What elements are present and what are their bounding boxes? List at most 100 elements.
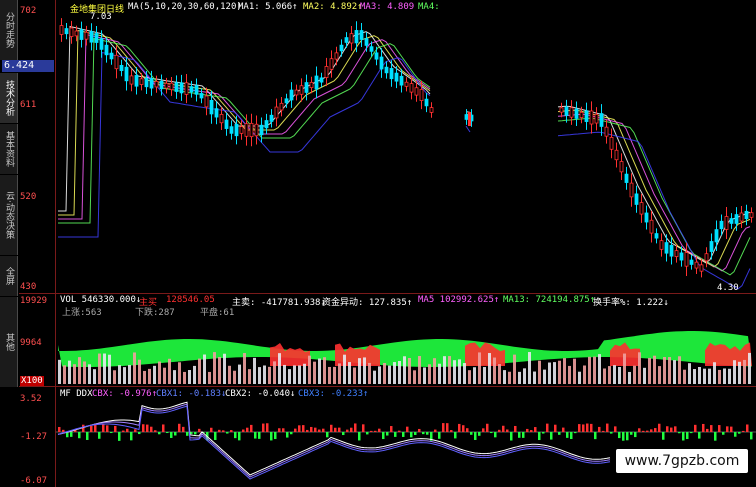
candle-body: [259, 124, 264, 136]
candle-body: [429, 107, 434, 113]
ddx-bar: [106, 425, 109, 432]
ddx-bar: [318, 429, 321, 432]
volume-bar: [618, 367, 621, 384]
ddx-bar: [410, 432, 413, 438]
candle-body: [114, 54, 119, 70]
volume-bar: [373, 370, 376, 384]
volume-bar: [133, 352, 136, 384]
ddx-bar: [262, 423, 265, 432]
volume-bar: [543, 369, 546, 384]
volume-bar: [568, 365, 571, 384]
ddx-bar: [670, 427, 673, 432]
candle-body: [139, 78, 144, 85]
candle-body: [119, 64, 124, 72]
volume-bar: [93, 369, 96, 384]
candle-body: [109, 52, 114, 60]
volume-bar: [713, 362, 716, 384]
candle-body: [734, 214, 739, 224]
ma4-value: MA4:: [418, 2, 440, 12]
volume-bar: [218, 356, 221, 384]
volume-axis-label: 19929: [20, 296, 48, 306]
candle-body: [334, 52, 339, 60]
ddx-bar: [750, 432, 753, 440]
ddx-bar: [246, 427, 249, 432]
volume-bar: [383, 362, 386, 384]
candle-body: [189, 86, 194, 93]
ddx-bar: [290, 432, 293, 435]
price-axis-label: 702: [20, 6, 37, 16]
volume-bar: [233, 370, 236, 384]
candle-body: [569, 107, 574, 118]
ddx-bar: [258, 432, 261, 439]
volume-bar: [263, 365, 266, 384]
volume-bar: [198, 358, 201, 384]
volume-bar: [553, 362, 556, 384]
ddx-bar: [346, 429, 349, 432]
volume-bar: [253, 357, 256, 384]
volume-bar: [463, 363, 466, 384]
volume-bar: [393, 362, 396, 384]
ddx-bar: [522, 432, 525, 438]
ddx-bar: [118, 432, 121, 441]
volume-bar: [433, 358, 436, 384]
ddx-bar: [470, 432, 473, 435]
ddx-bar: [142, 424, 145, 432]
candle-body: [659, 240, 664, 250]
ddx-bar: [630, 432, 633, 435]
ddx-bar: [358, 432, 361, 441]
candle-body: [689, 259, 694, 265]
ddx-bar: [326, 432, 329, 438]
volume-bar: [518, 371, 521, 384]
ddx-bar: [702, 423, 705, 432]
candle-body: [194, 85, 199, 95]
volume-bar: [448, 356, 451, 384]
ddx-bar: [306, 429, 309, 432]
vol-ma13-value: MA13: 724194.875↑: [503, 295, 596, 305]
volume-bar: [603, 368, 606, 384]
volume-bar: [83, 361, 86, 384]
volume-bar: [583, 365, 586, 384]
ddx-bar: [558, 432, 561, 435]
ddx-bar: [502, 425, 505, 432]
volume-bar: [718, 369, 721, 384]
candle-body: [124, 66, 129, 82]
volume-bar: [453, 360, 456, 384]
candle-body: [699, 264, 704, 272]
ddx-bar: [94, 424, 97, 432]
candle-body: [64, 28, 69, 35]
ddx-bar: [186, 432, 189, 436]
volume-bar: [118, 365, 121, 384]
volume-bar: [163, 367, 166, 384]
volume-bar: [153, 365, 156, 384]
volume-bar: [513, 354, 516, 384]
volume-bar: [313, 361, 316, 384]
volume-bar: [328, 366, 331, 384]
ddx-bar: [126, 428, 129, 432]
candle-body: [204, 95, 209, 108]
candle-body: [424, 98, 429, 107]
volume-bar: [98, 353, 101, 384]
volume-bar: [483, 367, 486, 384]
candle-body: [239, 126, 244, 134]
candle-body: [609, 136, 614, 150]
ddx-bar: [598, 426, 601, 432]
candle-body: [314, 75, 319, 90]
ddx-bar: [610, 432, 613, 434]
ddx-bar: [154, 430, 157, 432]
candle-body: [724, 216, 729, 230]
ddx-bar: [62, 429, 65, 432]
ddx-bar: [694, 424, 697, 432]
candle-body: [369, 46, 374, 52]
candle-body: [654, 233, 659, 239]
volume-bar: [298, 365, 301, 384]
ddx-bar: [418, 428, 421, 432]
volume-bar: [318, 358, 321, 384]
ddx-bar: [78, 432, 81, 439]
cbx3-value: CBX3: -0.233↑: [298, 389, 369, 399]
volume-axis-label: 9964: [20, 338, 42, 348]
ddx-bar: [706, 428, 709, 432]
volume-bar: [378, 366, 381, 384]
volume-bar: [213, 352, 216, 384]
volume-bar: [743, 359, 746, 384]
chart-canvas[interactable]: [0, 0, 756, 487]
